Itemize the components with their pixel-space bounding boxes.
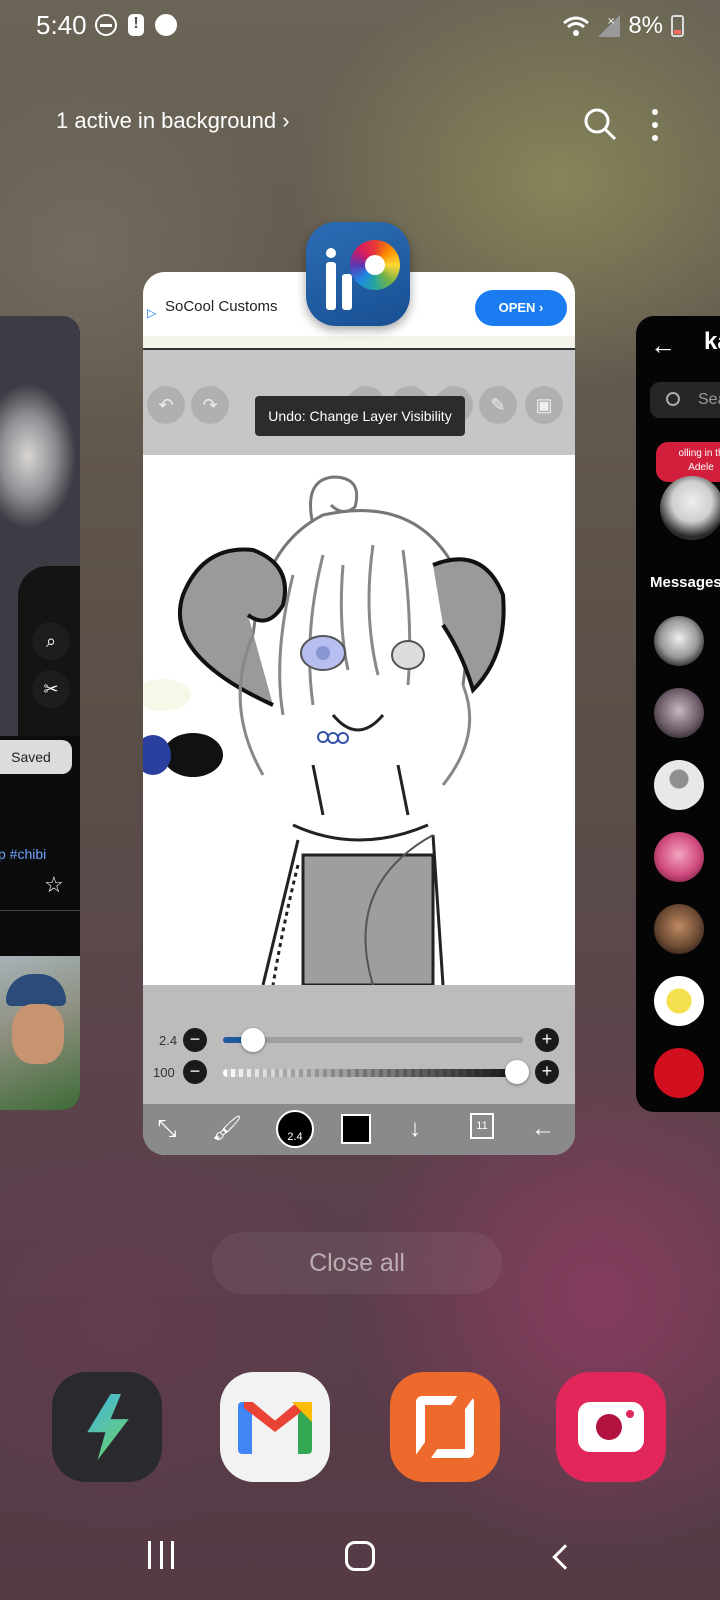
star-icon[interactable]: ☆ — [44, 872, 64, 898]
right-card-title: ka — [704, 328, 720, 355]
right-app-card[interactable]: ← ka Sea olling in th Adele Messages — [636, 316, 720, 1112]
active-in-background-label: 1 active in background — [56, 108, 277, 133]
do-not-disturb-icon — [95, 14, 117, 36]
hashtag-text[interactable]: p #chibi — [0, 846, 46, 862]
chevron-right-icon: › — [282, 108, 290, 133]
avatar[interactable] — [654, 1048, 704, 1098]
layers-button[interactable]: 11 — [470, 1113, 494, 1139]
color-swatch[interactable] — [341, 1114, 371, 1144]
gmail-icon[interactable] — [220, 1372, 330, 1482]
back-arrow-icon[interactable]: ← — [650, 330, 676, 361]
scissors-icon[interactable]: ✂ — [32, 670, 70, 708]
signal-icon: × — [598, 15, 621, 37]
ad-choices-icon[interactable]: ▷ — [147, 306, 156, 320]
zoho-app-icon[interactable] — [390, 1372, 500, 1482]
ad-open-button[interactable]: OPEN › — [475, 290, 567, 326]
avatar[interactable] — [654, 976, 704, 1026]
search-icon — [666, 392, 680, 406]
lens-search-icon[interactable]: ⌕ — [32, 622, 70, 660]
status-right: × 8% — [562, 12, 684, 40]
avatar[interactable] — [654, 904, 704, 954]
divider — [0, 910, 80, 911]
avatar[interactable] — [654, 688, 704, 738]
recents-nav-button[interactable] — [148, 1535, 174, 1575]
app-notification-icon — [155, 14, 177, 36]
search-input[interactable]: Sea — [650, 382, 720, 418]
minus-icon[interactable]: − — [183, 1028, 207, 1052]
drawing-canvas[interactable] — [143, 455, 575, 985]
down-arrow-icon[interactable]: ↓ — [397, 1110, 433, 1148]
battery-icon — [671, 15, 684, 37]
saved-button[interactable]: Saved — [0, 740, 72, 774]
brush-color-picker[interactable]: 2.4 — [276, 1110, 314, 1148]
wifi-icon — [563, 16, 590, 36]
more-options-icon[interactable] — [650, 108, 660, 142]
avatar[interactable] — [654, 832, 704, 882]
avatar[interactable] — [654, 616, 704, 666]
artwork-sketch — [143, 475, 506, 985]
note-artist: Adele — [688, 462, 714, 473]
search-icon[interactable] — [582, 106, 618, 142]
brush-size-badge: 2.4 — [287, 1131, 303, 1143]
brush-size-value: 2.4 — [159, 1033, 178, 1048]
main-app-card[interactable]: ▷ SoCool Customs OPEN › ↶ ↷ ✎ ▣ Undo: Ch… — [143, 272, 575, 1155]
home-nav-button[interactable] — [345, 1541, 375, 1571]
opacity-slider[interactable] — [223, 1069, 523, 1077]
svg-text:×: × — [607, 16, 615, 27]
avatar[interactable] — [654, 760, 704, 810]
opacity-knob[interactable] — [505, 1060, 529, 1084]
ad-advertiser-name: SoCool Customs — [165, 298, 278, 315]
back-arrow-icon[interactable]: ← — [523, 1110, 563, 1148]
undo-icon[interactable]: ↶ — [147, 386, 185, 424]
color-wheel-icon — [350, 240, 400, 290]
left-card-photo-2 — [0, 956, 80, 1110]
ad-strip — [143, 336, 575, 348]
status-bar: 5:40 × 8% — [0, 0, 720, 52]
battery-percent: 8% — [628, 12, 663, 39]
status-time: 5:40 — [36, 10, 87, 40]
ibispaint-app-icon[interactable] — [306, 222, 410, 326]
brush-icon[interactable]: 🖌︎ — [209, 1110, 245, 1148]
left-app-card[interactable]: ⌕ ✂ Saved p #chibi ☆ — [0, 316, 80, 1110]
active-in-background-link[interactable]: 1 active in background › — [56, 108, 290, 134]
brush-size-knob[interactable] — [241, 1028, 265, 1052]
plus-icon[interactable]: + — [535, 1060, 559, 1084]
alert-icon — [128, 14, 144, 36]
messages-header: Messages — [650, 574, 720, 591]
pencil-icon[interactable]: ✎ — [479, 386, 517, 424]
brush-size-slider[interactable] — [223, 1037, 523, 1043]
opacity-value: 100 — [153, 1065, 175, 1080]
transform-icon[interactable]: ⤡ — [149, 1110, 185, 1148]
minus-icon[interactable]: − — [183, 1060, 207, 1084]
story-avatar[interactable] — [660, 476, 720, 540]
redo-icon[interactable]: ↷ — [191, 386, 229, 424]
screen-recorder-icon[interactable] — [556, 1372, 666, 1482]
bolt-app-icon[interactable] — [52, 1372, 162, 1482]
note-text: olling in th — [678, 448, 720, 459]
image-icon[interactable]: ▣ — [525, 386, 563, 424]
close-all-button[interactable]: Close all — [212, 1232, 502, 1294]
plus-icon[interactable]: + — [535, 1028, 559, 1052]
notification-icons — [95, 14, 177, 36]
undo-toast: Undo: Change Layer Visibility — [255, 396, 465, 436]
